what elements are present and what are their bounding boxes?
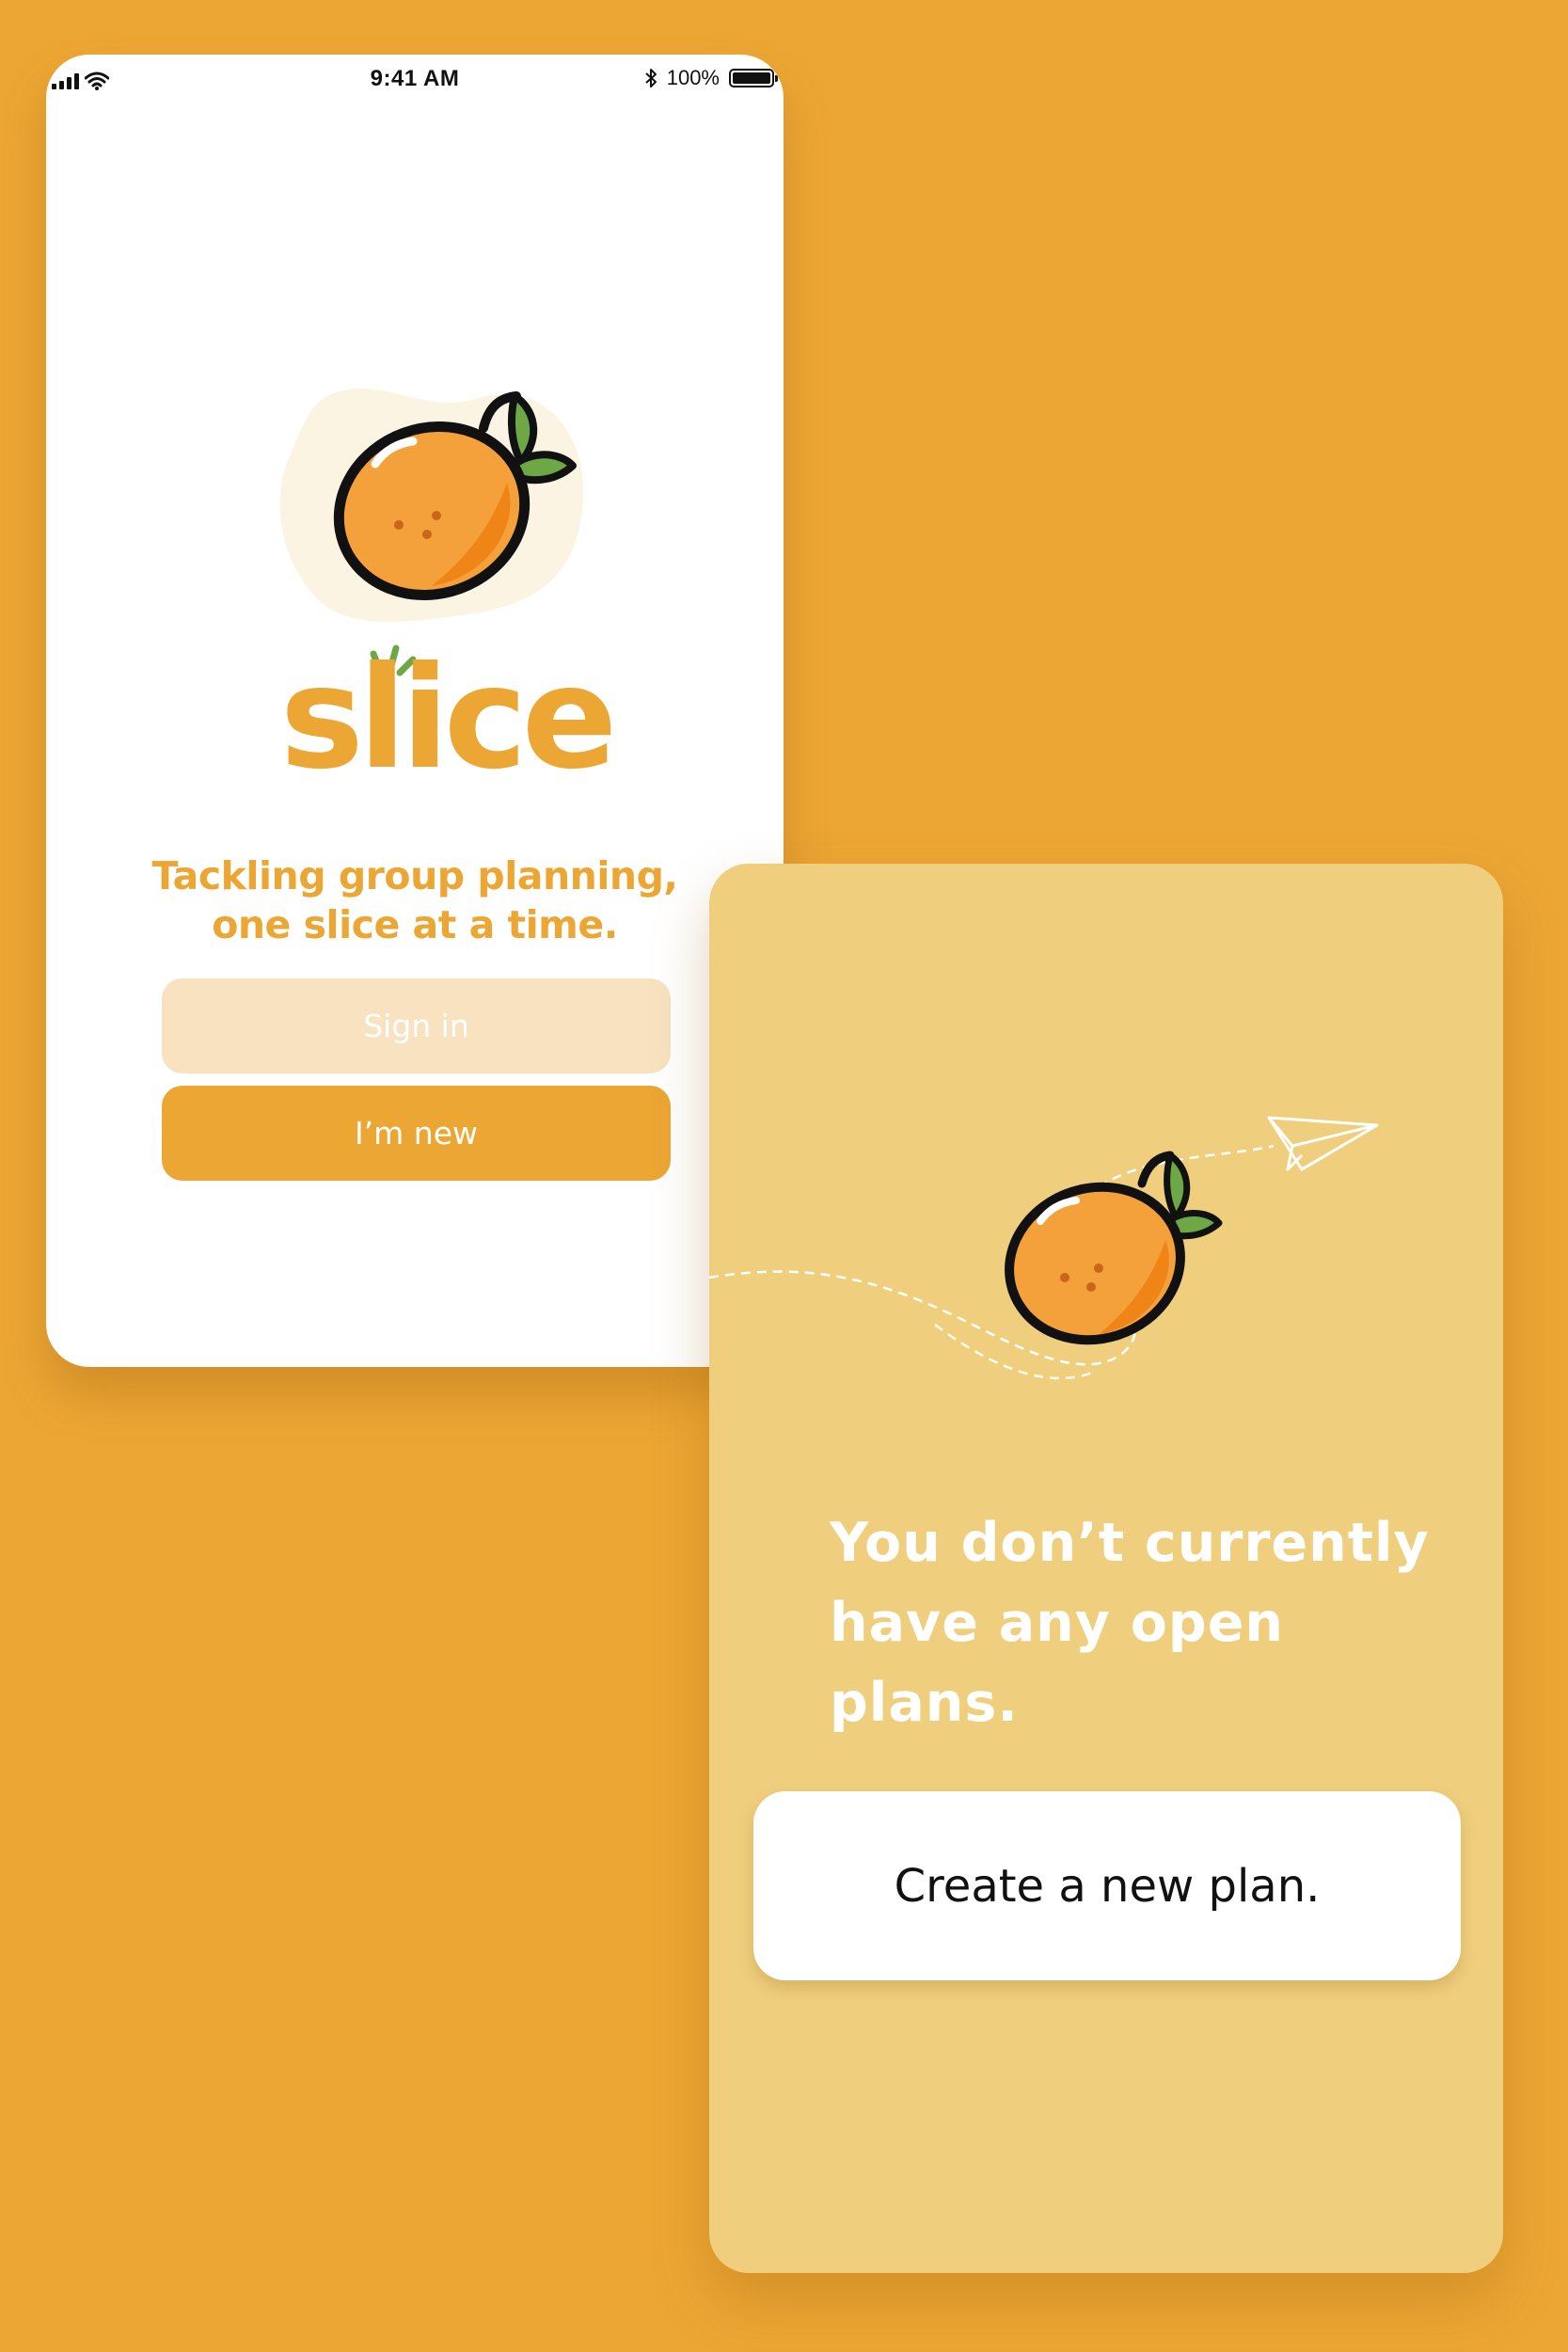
create-plan-label: Create a new plan. <box>894 1859 1321 1913</box>
empty-plans-message: You don’t currently have any open plans. <box>830 1503 1488 1743</box>
logo-wordmark: slice <box>280 637 612 793</box>
plans-screen: You don’t currently have any open plans.… <box>709 864 1503 2273</box>
empty-message-line-2: have any open plans. <box>830 1592 1284 1734</box>
im-new-button[interactable]: I’m new <box>162 1086 671 1181</box>
welcome-screen: 9:41 AM 100% slice Tackling group planni… <box>46 55 784 1367</box>
leaf-icon <box>507 392 538 466</box>
battery-percent: 100% <box>666 66 720 89</box>
status-right: 100% <box>644 66 778 90</box>
sign-in-button[interactable]: Sign in <box>162 978 671 1073</box>
orange-icon <box>1005 1151 1223 1345</box>
tagline: Tackling group planning, one slice at a … <box>46 851 784 949</box>
paper-plane-icon <box>1267 1116 1379 1171</box>
create-plan-button[interactable]: Create a new plan. <box>753 1791 1461 1980</box>
bluetooth-icon <box>645 69 657 87</box>
sign-in-label: Sign in <box>363 1008 469 1044</box>
battery-icon <box>729 69 778 87</box>
slice-logo: slice <box>279 389 617 793</box>
empty-message-line-1: You don’t currently <box>830 1512 1430 1574</box>
tagline-line-2: one slice at a time. <box>212 902 618 947</box>
empty-state-illustration <box>709 1116 1379 1380</box>
im-new-label: I’m new <box>354 1115 479 1152</box>
tagline-line-1: Tackling group planning, <box>151 853 679 898</box>
status-bar: 9:41 AM 100% <box>46 55 784 107</box>
